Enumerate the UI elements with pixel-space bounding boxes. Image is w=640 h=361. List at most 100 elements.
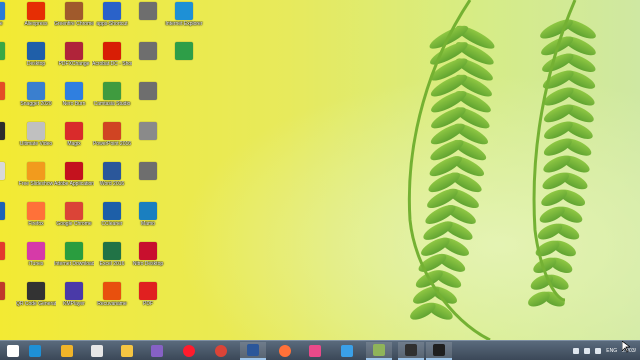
- desktop-shortcut-ic-c3r3[interactable]: PowerPoint 2016: [92, 122, 132, 160]
- taskbar-button-folder[interactable]: [114, 342, 140, 360]
- battery-icon[interactable]: [595, 348, 602, 354]
- shortcut-icon: [139, 2, 157, 20]
- desktop-shortcut-ic-c1r2[interactable]: Snagget 2020: [16, 82, 56, 120]
- taskbar-button-explorer[interactable]: [54, 342, 80, 360]
- desktop[interactable]: ...nDe Aliexpress Desktop Snagget 2020 Ultim…: [0, 0, 640, 340]
- shortcut-label: PDFXChange: [58, 61, 90, 67]
- desktop-shortcut-ic-c4r4[interactable]: [128, 162, 168, 200]
- taskbar-button-ie2[interactable]: [334, 342, 360, 360]
- shortcut-icon: [27, 2, 45, 20]
- desktop-shortcut-ic-c2r0[interactable]: Greenfire Chrome: [54, 2, 94, 40]
- desktop-shortcut-ic-c3r5[interactable]: CCleaner: [92, 202, 132, 240]
- desktop-shortcut-ic-c4r0[interactable]: [128, 2, 168, 40]
- taskbar-button-image[interactable]: [366, 342, 392, 360]
- desktop-shortcut-ic-c0r5[interactable]: [0, 202, 16, 240]
- desktop-shortcut-ic-c3r7[interactable]: Recuvaname: [92, 282, 132, 320]
- shortcut-icon: [0, 282, 5, 300]
- shortcut-icon: [103, 282, 121, 300]
- shortcut-icon: [65, 162, 83, 180]
- desktop-shortcut-ic-c0r3[interactable]: [0, 122, 16, 160]
- photo-viewer-icon: [373, 344, 385, 356]
- desktop-shortcut-ic-c1r6[interactable]: iTunes: [16, 242, 56, 280]
- shortcut-icon: [103, 202, 121, 220]
- desktop-shortcut-ic-c0r1[interactable]: [0, 42, 16, 80]
- shortcut-label: Acrobat DC - Shortcut: [92, 61, 132, 67]
- shortcut-label: Internet Download: [54, 261, 94, 267]
- desktop-shortcut-ic-c2r6[interactable]: Internet Download: [54, 242, 94, 280]
- desktop-shortcut-ic-c1r4[interactable]: Free Slideshow: [16, 162, 56, 200]
- shortcut-icon: [103, 242, 121, 260]
- taskbar-button-pinwheel[interactable]: [302, 342, 328, 360]
- screen-capture-icon: [433, 344, 445, 356]
- shortcut-label: Word 2016: [99, 181, 125, 187]
- network-icon[interactable]: [573, 348, 580, 354]
- shortcut-label: PowerPoint 2016: [92, 141, 132, 147]
- desktop-shortcut-ic-c4r7[interactable]: PDF: [128, 282, 168, 320]
- taskbar-button-vs[interactable]: [144, 342, 170, 360]
- desktop-shortcut-ic-c1r7[interactable]: QR Code Generator: [16, 282, 56, 320]
- desktop-shortcut-ic-c0r2[interactable]: [0, 82, 16, 120]
- shortcut-icon: [27, 82, 45, 100]
- desktop-shortcut-ic-c1r1[interactable]: Desktop: [16, 42, 56, 80]
- shortcut-label: Nero Burn: [62, 101, 86, 107]
- desktop-shortcut-ic-c0r7[interactable]: [0, 282, 16, 320]
- desktop-shortcut-ic-c0r6[interactable]: [0, 242, 16, 280]
- shortcut-label: iTunes: [28, 261, 44, 267]
- desktop-shortcut-ic-c2r7[interactable]: KMPlayer: [54, 282, 94, 320]
- shortcut-label: Greenfire Chrome: [54, 21, 94, 27]
- taskbar: ENG 27/03/: [0, 340, 640, 360]
- shortcut-label: apps-Shortcut: [96, 21, 128, 27]
- desktop-shortcut-ic-c4r3[interactable]: [128, 122, 168, 160]
- desktop-shortcut-ic-c2r1[interactable]: PDFXChange: [54, 42, 94, 80]
- shortcut-icon: [65, 282, 83, 300]
- desktop-shortcut-ic-c3r1[interactable]: Acrobat DC - Shortcut: [92, 42, 132, 80]
- taskbar-button-camera[interactable]: [398, 342, 424, 360]
- camera-icon: [405, 344, 417, 356]
- desktop-shortcut-ic-c4r2[interactable]: [128, 82, 168, 120]
- taskbar-button-word[interactable]: [240, 342, 266, 360]
- shortcut-label: Recuvaname: [97, 301, 127, 307]
- chrome-icon: [215, 345, 227, 357]
- media-icon: [61, 345, 73, 357]
- shortcut-label: Nitro Desktop: [132, 261, 164, 267]
- language-indicator[interactable]: ENG: [606, 348, 617, 354]
- shortcut-icon: [0, 42, 5, 60]
- desktop-shortcut-ic-c4r6[interactable]: Nitro Desktop: [128, 242, 168, 280]
- desktop-shortcut-ic-c1r5[interactable]: Firefox: [16, 202, 56, 240]
- shortcut-icon: [65, 82, 83, 100]
- desktop-shortcut-ic-c3r0[interactable]: apps-Shortcut: [92, 2, 132, 40]
- taskbar-button-firefox[interactable]: [272, 342, 298, 360]
- desktop-shortcut-ic-c5r0[interactable]: Internet Explorer: [164, 2, 204, 40]
- shortcut-icon: [103, 42, 121, 60]
- taskbar-button-capture[interactable]: [426, 342, 452, 360]
- desktop-shortcut-ic-c2r3[interactable]: Magix: [54, 122, 94, 160]
- desktop-shortcut-ic-c4r5[interactable]: Mamo: [128, 202, 168, 240]
- desktop-shortcut-ic-c3r4[interactable]: Word 2016: [92, 162, 132, 200]
- shortcut-icon: [27, 122, 45, 140]
- shortcut-label: Excel 2016: [99, 261, 125, 267]
- desktop-shortcut-ic-c3r6[interactable]: Excel 2016: [92, 242, 132, 280]
- shortcut-label: Internet Explorer: [165, 21, 203, 27]
- shortcut-label: Mamo: [141, 221, 155, 227]
- desktop-shortcut-ic-c4r1[interactable]: [128, 42, 168, 80]
- desktop-shortcut-ic-c2r2[interactable]: Nero Burn: [54, 82, 94, 120]
- desktop-shortcut-ic-c3r2[interactable]: Camtasia Studio: [92, 82, 132, 120]
- shortcut-icon: [0, 122, 5, 140]
- pinwheel-icon: [309, 345, 321, 357]
- desktop-shortcut-ic-c0r4[interactable]: [0, 162, 16, 200]
- taskbar-button-ie[interactable]: [22, 342, 48, 360]
- desktop-shortcut-ic-c0r0[interactable]: ...nDe: [0, 2, 16, 40]
- shortcut-icon: [139, 122, 157, 140]
- desktop-shortcut-ic-c1r3[interactable]: Ultimate Video: [16, 122, 56, 160]
- shortcut-label: KMPlayer: [63, 301, 85, 307]
- taskbar-button-settings[interactable]: [84, 342, 110, 360]
- shortcut-icon: [27, 162, 45, 180]
- desktop-shortcut-ic-c1r0[interactable]: Aliexpress: [16, 2, 56, 40]
- desktop-shortcut-ic-c2r4[interactable]: Adobe Application: [54, 162, 94, 200]
- desktop-shortcut-ic-c5r1[interactable]: [164, 42, 204, 80]
- mouse-cursor: [622, 341, 630, 353]
- desktop-shortcut-ic-c2r5[interactable]: Google Chrome: [54, 202, 94, 240]
- volume-icon[interactable]: [584, 348, 591, 354]
- taskbar-button-opera[interactable]: [176, 342, 202, 360]
- taskbar-button-chrome[interactable]: [208, 342, 234, 360]
